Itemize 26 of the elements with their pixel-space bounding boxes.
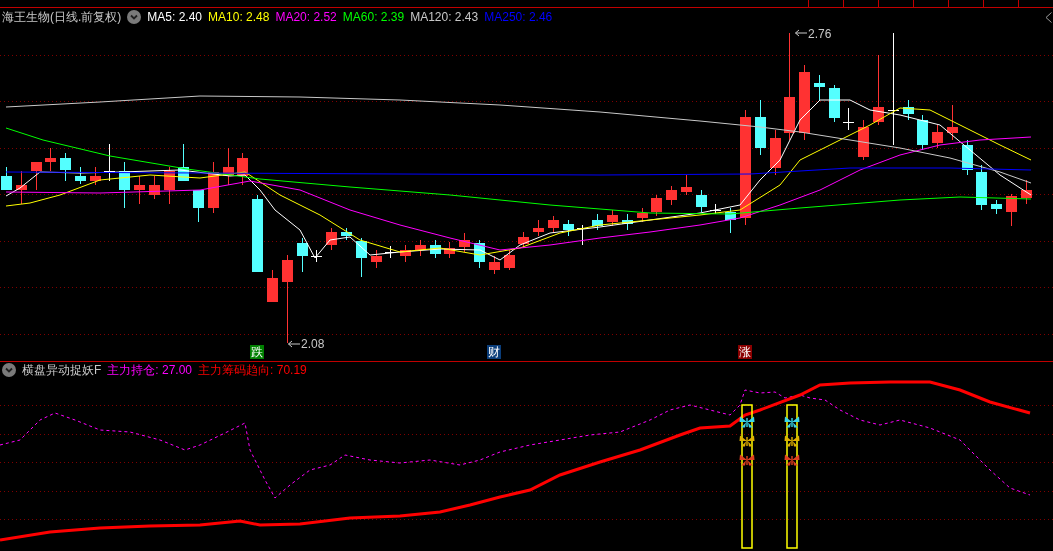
butterfly-icon <box>784 416 800 428</box>
arrow-icon <box>288 340 300 348</box>
indicator-value: MA60: 2.39 <box>342 11 405 23</box>
high-price-label: 2.76 <box>808 28 832 40</box>
event-marker: 跌 <box>250 345 264 359</box>
indicator-value: MA10: 2.48 <box>208 11 270 23</box>
dropdown-icon[interactable] <box>127 10 142 24</box>
butterfly-icon <box>784 435 800 447</box>
event-marker: 财 <box>487 345 501 359</box>
chevron-left-icon[interactable] <box>1045 11 1052 23</box>
indicator-title: 横盘异动捉妖F <box>22 364 102 376</box>
chart-title: 海王生物(日线.前复权) <box>2 11 122 23</box>
indicator-value: MA5: 2.40 <box>147 11 203 23</box>
event-marker: 涨 <box>738 345 752 359</box>
butterfly-icon <box>739 416 755 428</box>
indicator-value: 主力筹码趋向: 70.19 <box>198 364 307 376</box>
butterfly-icon <box>784 454 800 466</box>
indicator-value: 主力持仓: 27.00 <box>107 364 193 376</box>
low-price-label: 2.08 <box>301 338 325 350</box>
indicator-value: MA120: 2.43 <box>410 11 479 23</box>
butterfly-icon <box>739 454 755 466</box>
dropdown-icon[interactable] <box>2 363 16 377</box>
indicator-value: MA20: 2.52 <box>275 11 337 23</box>
indicator-value: MA250: 2.46 <box>484 11 553 23</box>
arrow-icon <box>795 29 807 37</box>
butterfly-icon <box>739 435 755 447</box>
